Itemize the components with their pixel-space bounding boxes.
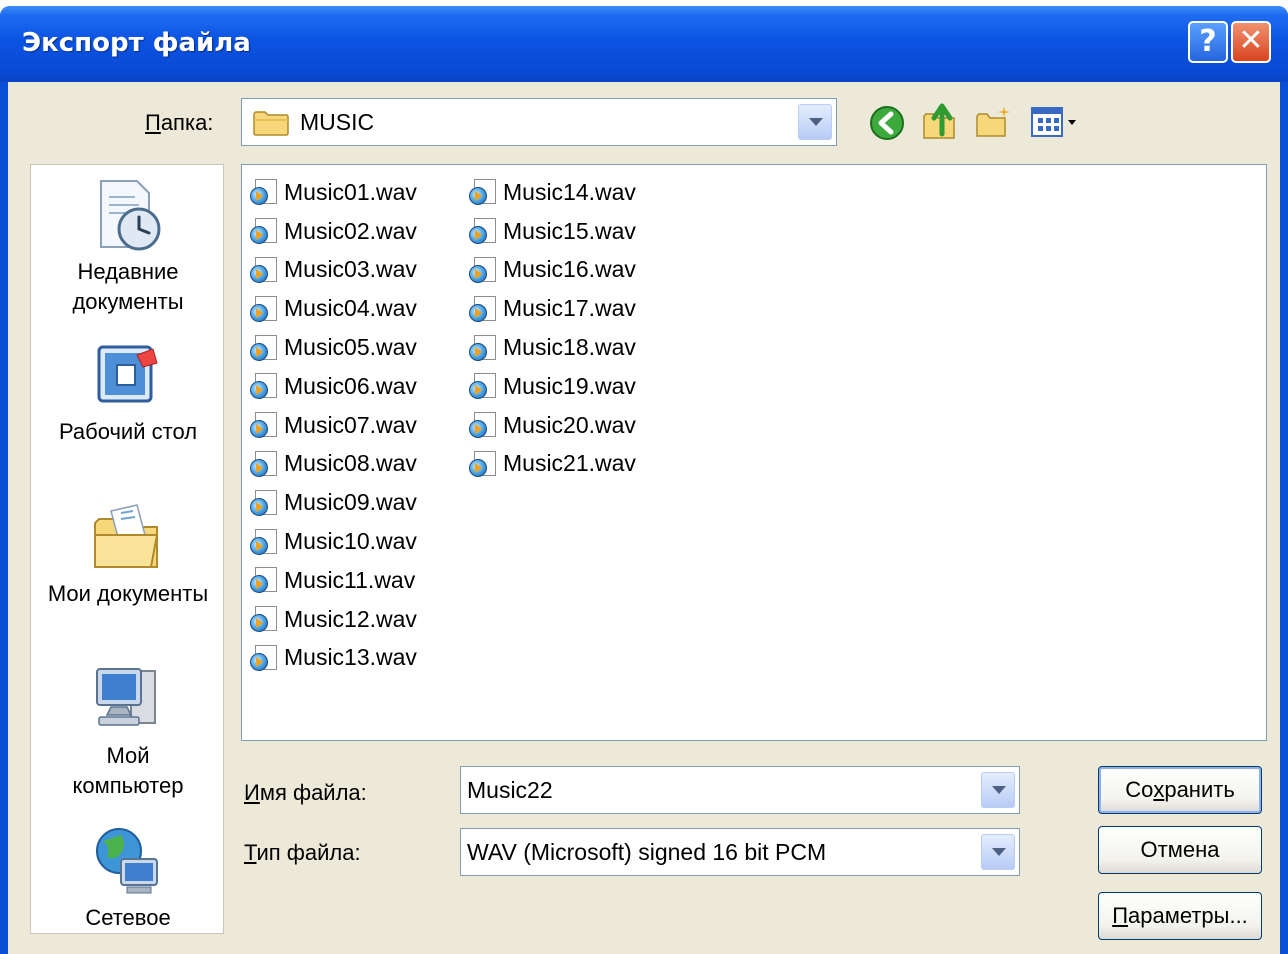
file-item[interactable]: Music16.wav: [469, 251, 636, 290]
look-in-label: Папка:: [145, 110, 214, 135]
desktop-icon: [97, 345, 158, 403]
file-name: Music09.wav: [284, 489, 417, 516]
my-computer-icon: [96, 668, 156, 726]
wav-file-icon: [469, 256, 499, 284]
filetype-dropdown-button[interactable]: [981, 834, 1015, 870]
file-item[interactable]: Music18.wav: [469, 328, 636, 367]
back-icon[interactable]: [868, 104, 906, 142]
file-item[interactable]: Music02.wav: [250, 212, 417, 251]
file-item[interactable]: Music12.wav: [250, 600, 417, 639]
help-button[interactable]: ?: [1188, 21, 1228, 63]
file-item[interactable]: Music17.wav: [469, 289, 636, 328]
parameters-button[interactable]: Параметры...: [1098, 892, 1262, 940]
file-item[interactable]: Music21.wav: [469, 445, 636, 484]
wav-file-icon: [250, 566, 280, 594]
file-item[interactable]: Music14.wav: [469, 173, 636, 212]
file-name: Music17.wav: [503, 295, 636, 322]
file-item[interactable]: Music06.wav: [250, 367, 417, 406]
file-item[interactable]: Music01.wav: [250, 173, 417, 212]
file-item[interactable]: Music09.wav: [250, 483, 417, 522]
file-item[interactable]: Music13.wav: [250, 639, 417, 678]
my-documents-icon: [94, 504, 159, 568]
file-item[interactable]: Music15.wav: [469, 212, 636, 251]
view-menu-icon[interactable]: [1030, 104, 1082, 140]
wav-file-icon: [250, 256, 280, 284]
wav-file-icon: [250, 217, 280, 245]
wav-file-icon: [469, 450, 499, 478]
wav-file-icon: [469, 411, 499, 439]
wav-file-icon: [469, 178, 499, 206]
file-item[interactable]: Music05.wav: [250, 328, 417, 367]
wav-file-icon: [250, 411, 280, 439]
filetype-label: Тип файла:: [244, 840, 361, 865]
file-name: Music18.wav: [503, 334, 636, 361]
file-name: Music19.wav: [503, 372, 636, 399]
file-column-2: Music14.wav Music15.wav Music16.wav Music17…: [469, 173, 636, 483]
file-name: Music21.wav: [503, 450, 636, 477]
wav-file-icon: [250, 605, 280, 633]
file-name: Music11.wav: [284, 566, 416, 593]
look-in-dropdown-button[interactable]: [798, 104, 832, 140]
file-name: Music10.wav: [284, 528, 417, 555]
filename-value: Music22: [467, 777, 553, 803]
filetype-select[interactable]: WAV (Microsoft) signed 16 bit PCM: [460, 828, 1020, 876]
filename-input[interactable]: Music22: [460, 766, 1020, 814]
up-folder-icon[interactable]: [920, 100, 960, 142]
file-name: Music08.wav: [284, 450, 417, 477]
file-name: Music13.wav: [284, 644, 417, 671]
wav-file-icon: [469, 217, 499, 245]
file-name: Music03.wav: [284, 256, 417, 283]
file-item[interactable]: Music08.wav: [250, 445, 417, 484]
file-item[interactable]: Music19.wav: [469, 367, 636, 406]
file-name: Music07.wav: [284, 411, 417, 438]
title-bar[interactable]: Экспорт файла ? ✕: [0, 6, 1288, 82]
file-name: Music06.wav: [284, 372, 417, 399]
cancel-button[interactable]: Отмена: [1098, 826, 1262, 874]
file-name: Music04.wav: [284, 295, 417, 322]
recent-documents-icon: [100, 180, 161, 251]
close-button[interactable]: ✕: [1231, 21, 1271, 63]
file-item[interactable]: Music10.wav: [250, 522, 417, 561]
file-name: Music20.wav: [503, 411, 636, 438]
file-name: Music02.wav: [284, 217, 417, 244]
filename-dropdown-button[interactable]: [981, 772, 1015, 808]
look-in-combo[interactable]: MUSIC: [241, 98, 837, 146]
filename-label: Имя файла:: [244, 780, 367, 805]
file-name: Music12.wav: [284, 605, 417, 632]
file-name: Music05.wav: [284, 334, 417, 361]
wav-file-icon: [469, 295, 499, 323]
wav-file-icon: [250, 644, 280, 672]
dialog-body: Папка: MUSIC Недавние документы Рабочий …: [8, 82, 1280, 954]
file-item[interactable]: Music11.wav: [250, 561, 417, 600]
wav-file-icon: [250, 334, 280, 362]
file-list[interactable]: Music01.wav Music02.wav Music03.wav Music04…: [241, 164, 1267, 741]
file-name: Music14.wav: [503, 178, 636, 205]
save-button[interactable]: Со х ранить: [1098, 766, 1262, 814]
file-item[interactable]: Music03.wav: [250, 251, 417, 290]
file-name: Music15.wav: [503, 217, 636, 244]
look-in-value: MUSIC: [300, 109, 375, 135]
file-name: Music01.wav: [284, 178, 417, 205]
wav-file-icon: [250, 372, 280, 400]
file-item[interactable]: Music07.wav: [250, 406, 417, 445]
wav-file-icon: [250, 295, 280, 323]
window-title: Экспорт файла: [22, 28, 251, 58]
file-item[interactable]: Music04.wav: [250, 289, 417, 328]
wav-file-icon: [469, 372, 499, 400]
file-column-1: Music01.wav Music02.wav Music03.wav Music04…: [250, 173, 417, 677]
wav-file-icon: [250, 450, 280, 478]
folder-icon: [253, 111, 289, 136]
wav-file-icon: [250, 528, 280, 556]
file-name: Music16.wav: [503, 256, 636, 283]
wav-file-icon: [250, 489, 280, 517]
wav-file-icon: [250, 178, 280, 206]
network-icon: [96, 828, 158, 894]
export-file-dialog: Экспорт файла ? ✕ Папка: MUSIC Недавние …: [0, 6, 1288, 954]
places-bar: Недавние документы Рабочий стол Мои доку…: [30, 164, 224, 934]
new-folder-icon[interactable]: [974, 102, 1014, 142]
filetype-value: WAV (Microsoft) signed 16 bit PCM: [467, 839, 827, 865]
wav-file-icon: [469, 334, 499, 362]
file-item[interactable]: Music20.wav: [469, 406, 636, 445]
